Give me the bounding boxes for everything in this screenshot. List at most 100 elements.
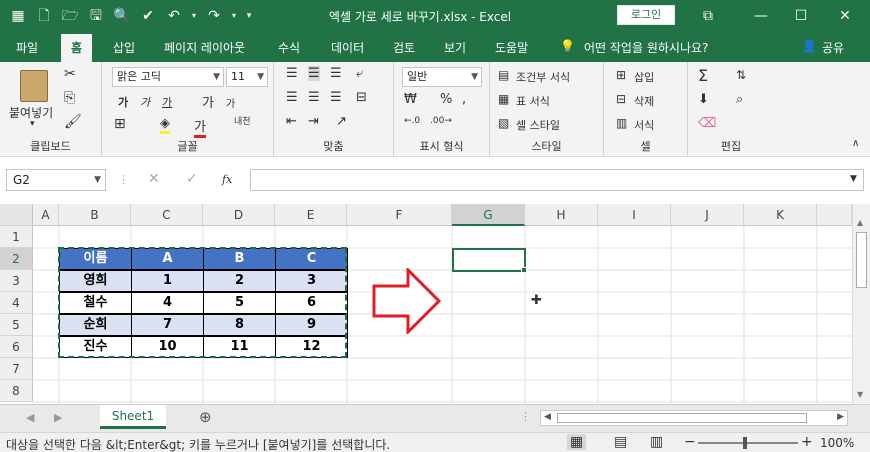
phonetic-button[interactable]: 내천 [234,114,251,127]
share-button[interactable]: 공유 [822,39,844,56]
open-folder-icon[interactable]: 🗁 [60,6,80,26]
tab-file[interactable]: 파일 [16,39,38,56]
find-select-icon[interactable]: ⌕ [736,92,743,107]
format-painter-icon[interactable]: 🖌 [64,114,82,130]
close-icon[interactable]: ✕ [834,6,856,26]
format-cells-button[interactable]: 서식 [634,117,654,133]
align-top-icon[interactable]: ☰ [286,66,298,81]
print-preview-icon[interactable]: 🔍 [112,6,132,26]
sheet-tab-sheet1[interactable]: Sheet1 [100,405,166,429]
table-header-cell[interactable]: C [275,248,348,270]
tab-help[interactable]: 도움말 [495,39,528,56]
collapse-ribbon-icon[interactable]: ∧ [852,138,859,149]
column-header-c[interactable]: C [131,204,203,226]
row-header-4[interactable]: 4 [0,292,33,314]
increase-indent-icon[interactable]: ⇥ [308,114,319,129]
table-cell[interactable]: 영희 [59,270,132,292]
formula-input[interactable] [250,169,864,191]
tab-insert[interactable]: 삽입 [113,39,135,56]
align-bottom-icon[interactable]: ☰ [330,66,342,81]
zoom-level[interactable]: 100% [820,436,854,450]
table-cell[interactable]: 11 [203,336,276,358]
spelling-icon[interactable]: ✔ [138,6,158,26]
column-header-g[interactable]: G [452,204,525,226]
table-header-cell[interactable]: B [203,248,276,270]
insert-function-button[interactable]: fx [222,173,232,186]
tab-formulas[interactable]: 수식 [278,39,300,56]
underline-button[interactable]: 가 [162,94,172,110]
insert-cells-button[interactable]: 삽입 [634,69,654,85]
increase-decimal-icon[interactable]: ←.0 [404,116,420,126]
copy-icon[interactable]: ⎘ [64,90,75,106]
normal-view-icon[interactable]: ▦ [567,434,587,450]
scroll-right-icon[interactable]: ▶ [837,412,844,422]
fill-color-icon[interactable]: ◈ [160,116,170,134]
tell-me-box[interactable]: 어떤 작업을 원하시나요? [584,39,708,56]
delete-cells-button[interactable]: 삭제 [634,93,654,109]
paste-dropdown-icon[interactable]: ▾ [30,119,35,129]
active-cell-g2[interactable] [452,248,526,272]
fill-handle[interactable] [521,267,527,273]
zoom-slider[interactable] [698,442,798,444]
tab-home[interactable]: 홈 [61,34,93,62]
merge-icon[interactable]: ⊟ [356,90,367,105]
zoom-slider-thumb[interactable] [743,437,747,449]
grow-font-button[interactable]: 가 [202,92,214,111]
accounting-icon[interactable]: ₩ [404,92,417,107]
undo-icon[interactable]: ↶ [164,6,184,26]
table-cell[interactable]: 철수 [59,292,132,314]
column-header-b[interactable]: B [59,204,131,226]
sort-filter-icon[interactable]: ⇅ [736,68,746,82]
table-cell[interactable]: 8 [203,314,276,336]
save-icon[interactable]: 🖫 [86,6,106,26]
autosave-icon[interactable]: ▦ [8,6,28,26]
align-middle-icon[interactable]: ☰ [308,66,320,81]
tab-review[interactable]: 검토 [393,39,415,56]
column-header-i[interactable]: I [598,204,671,226]
row-header-1[interactable]: 1 [0,226,33,248]
conditional-formatting-button[interactable]: 조건부 서식 [516,69,570,85]
cell-styles-button[interactable]: 셀 스타일 [516,117,560,133]
table-cell[interactable]: 9 [275,314,348,336]
page-break-view-icon[interactable]: ▥ [650,434,663,450]
table-cell[interactable]: 6 [275,292,348,314]
decrease-decimal-icon[interactable]: .00→ [430,116,452,126]
worksheet-grid[interactable]: A B C D E F G H I J K 1 2 3 4 5 6 7 8 이름… [0,204,852,404]
horizontal-scrollbar[interactable]: ◀ ▶ [540,410,848,426]
column-header-j[interactable]: J [671,204,744,226]
table-cell[interactable]: 7 [131,314,204,336]
row-header-6[interactable]: 6 [0,336,33,358]
column-header-h[interactable]: H [525,204,598,226]
paste-icon[interactable] [20,70,48,102]
minimize-icon[interactable]: — [750,6,772,26]
decrease-indent-icon[interactable]: ⇤ [286,114,297,129]
font-color-button[interactable]: 가 [194,116,206,138]
horizontal-scroll-thumb[interactable] [557,413,807,423]
tab-data[interactable]: 데이터 [331,39,364,56]
align-center-icon[interactable]: ☰ [308,90,320,105]
fill-icon[interactable]: ⬇ [698,92,709,107]
align-right-icon[interactable]: ☰ [330,90,342,105]
undo-dropdown-icon[interactable]: ▾ [190,6,198,26]
percent-icon[interactable]: % [440,92,452,107]
column-header-f[interactable]: F [347,204,452,226]
column-header-k[interactable]: K [744,204,817,226]
table-cell[interactable]: 4 [131,292,204,314]
number-format-select[interactable]: 일반 ▼ [402,67,482,87]
shrink-font-button[interactable]: 가 [226,95,235,110]
autosum-icon[interactable]: Σ [698,66,708,85]
ribbon-display-icon[interactable]: ⧉ [697,6,719,26]
vertical-scroll-thumb[interactable] [856,232,867,288]
table-cell[interactable]: 5 [203,292,276,314]
table-cell[interactable]: 2 [203,270,276,292]
border-icon[interactable]: ⊞ [114,116,126,132]
cut-icon[interactable]: ✂ [64,66,76,82]
bold-button[interactable]: 가 [118,94,128,110]
italic-button[interactable]: 가 [140,94,150,110]
new-file-icon[interactable]: 🗋 [34,6,54,26]
column-header-e[interactable]: E [275,204,347,226]
table-cell[interactable]: 10 [131,336,204,358]
zoom-in-icon[interactable]: + [801,434,813,450]
table-cell[interactable]: 12 [275,336,348,358]
row-header-7[interactable]: 7 [0,358,33,380]
